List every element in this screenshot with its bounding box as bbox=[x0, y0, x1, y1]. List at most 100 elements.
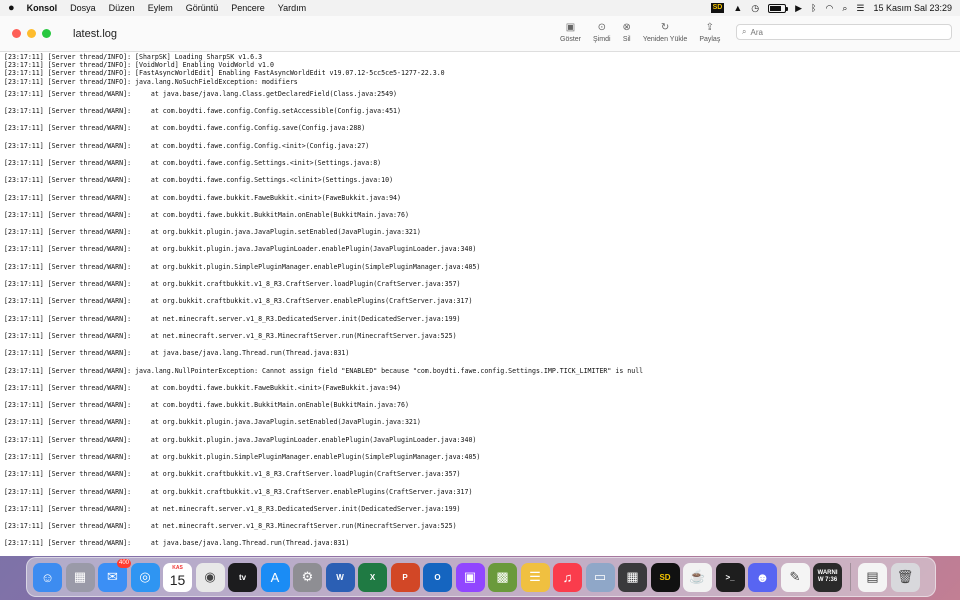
play-icon[interactable]: ▶ bbox=[795, 0, 802, 16]
music-icon[interactable]: ♫ bbox=[553, 562, 582, 592]
reload-button[interactable]: ↻ Yeniden Yükle bbox=[643, 22, 687, 43]
mail-icon-glyph: ✉ bbox=[107, 569, 118, 584]
app-store-icon[interactable]: A bbox=[260, 562, 290, 592]
calendar-icon[interactable]: KAS 15 bbox=[163, 562, 192, 592]
log-line[interactable]: [23:17:11] [Server thread/INFO]: java.la… bbox=[4, 78, 960, 86]
close-window-button[interactable] bbox=[12, 29, 21, 38]
log-line[interactable]: [23:17:11] [Server thread/WARN]: at org.… bbox=[4, 484, 960, 501]
log-line[interactable]: [23:17:11] [Server thread/WARN]: at com.… bbox=[4, 103, 960, 120]
finder-icon[interactable]: ☺ bbox=[33, 562, 62, 592]
log-line[interactable]: [23:17:11] [Server thread/WARN]: java.la… bbox=[4, 363, 960, 380]
tv-icon[interactable]: tv bbox=[228, 562, 257, 592]
menu-item-dosya[interactable]: Dosya bbox=[70, 0, 96, 16]
reload-label: Yeniden Yükle bbox=[642, 36, 688, 43]
powerpoint-icon[interactable]: P bbox=[390, 562, 420, 592]
log-line[interactable]: [23:17:11] [Server thread/INFO]: [SharpS… bbox=[4, 53, 960, 61]
log-line[interactable]: [23:17:11] [Server thread/WARN]: at com.… bbox=[4, 120, 960, 137]
document-icon-glyph: ▤ bbox=[866, 569, 879, 584]
log-line[interactable]: [23:17:11] [Server thread/WARN]: at net.… bbox=[4, 328, 960, 345]
zoom-window-button[interactable] bbox=[42, 29, 51, 38]
log-line[interactable]: [23:17:11] [Server thread/WARN]: at com.… bbox=[4, 190, 960, 207]
trash-icon[interactable]: 🗑 bbox=[890, 562, 920, 592]
chrome-icon[interactable]: ◉ bbox=[195, 562, 225, 592]
preview-icon-glyph: ▭ bbox=[593, 569, 607, 584]
mail-icon[interactable]: ✉ 400 bbox=[98, 558, 131, 592]
share-button[interactable]: ⇪ Paylaş bbox=[699, 22, 720, 43]
log-line[interactable]: [23:17:11] [Server thread/WARN]: at com.… bbox=[4, 207, 960, 224]
spotlight-icon[interactable]: ⌕ bbox=[842, 0, 847, 16]
textedit-icon[interactable]: ✎ bbox=[780, 562, 810, 592]
log-view[interactable]: [23:17:11] [Server thread/INFO]: [SharpS… bbox=[0, 53, 960, 556]
bluetooth-icon[interactable]: ᛒ bbox=[811, 0, 816, 16]
dock-app-label: SD bbox=[659, 572, 671, 582]
calendar-month: KAS bbox=[172, 564, 183, 571]
log-line[interactable]: [23:17:11] [Server thread/WARN]: at org.… bbox=[4, 293, 960, 310]
java-icon[interactable]: ☕ bbox=[683, 562, 712, 592]
log-line[interactable]: [23:17:11] [Server thread/WARN]: at org.… bbox=[4, 259, 960, 276]
log-line[interactable]: [23:17:11] [Server thread/WARN]: at org.… bbox=[4, 241, 960, 258]
minecraft-icon[interactable]: ▩ bbox=[488, 562, 517, 592]
twitch-icon-glyph: ▣ bbox=[463, 569, 477, 584]
sf-status-icon[interactable]: SD bbox=[710, 3, 725, 13]
calculator-icon-glyph: ▦ bbox=[626, 569, 639, 584]
menu-item-yardim[interactable]: Yardım bbox=[278, 0, 306, 16]
terminal-icon[interactable]: >_ bbox=[715, 562, 745, 592]
warning-icon[interactable]: ▲ bbox=[733, 0, 742, 16]
menu-item-goruntu[interactable]: Görüntü bbox=[186, 0, 219, 16]
control-center-icon[interactable]: ☰ bbox=[856, 0, 864, 16]
log-line[interactable]: [23:17:11] [Server thread/WARN]: at java… bbox=[4, 345, 960, 362]
search-field[interactable]: ⌕ bbox=[736, 24, 952, 40]
log-line[interactable]: [23:17:11] [Server thread/WARN]: at java… bbox=[4, 535, 960, 552]
outlook-icon[interactable]: O bbox=[423, 562, 452, 592]
document-icon[interactable]: ▤ bbox=[858, 562, 887, 592]
log-line[interactable]: [23:17:11] [Server thread/WARN]: at org.… bbox=[4, 224, 960, 241]
log-line[interactable]: [23:17:11] [Server thread/INFO]: [VoidWo… bbox=[4, 61, 960, 69]
discord-icon[interactable]: ☻ bbox=[748, 562, 777, 592]
menu-item-konsol[interactable]: Konsol bbox=[27, 0, 58, 16]
wifi-icon[interactable]: ◠ bbox=[825, 0, 833, 16]
log-line[interactable]: [23:17:11] [Server thread/WARN]: at org.… bbox=[4, 276, 960, 293]
word-icon[interactable]: W bbox=[325, 562, 355, 592]
search-input[interactable] bbox=[750, 27, 931, 37]
log-line[interactable]: [23:17:11] [Server thread/WARN]: at net.… bbox=[4, 501, 960, 518]
calculator-icon[interactable]: ▦ bbox=[618, 562, 647, 592]
log-line[interactable]: [23:17:11] [Server thread/WARN]: at java… bbox=[4, 86, 960, 103]
log-line[interactable]: [23:17:11] [Server thread/WARN]: at net.… bbox=[4, 518, 960, 535]
console-icon[interactable]: WARNI W 7:36 bbox=[813, 562, 842, 592]
app-store-icon-glyph: A bbox=[270, 569, 280, 585]
now-button[interactable]: ⊙ Şimdi bbox=[593, 22, 611, 43]
log-line[interactable]: [23:17:11] [Server thread/INFO]: [FastAs… bbox=[4, 69, 960, 77]
twitch-icon[interactable]: ▣ bbox=[455, 562, 485, 592]
menu-item-eylem[interactable]: Eylem bbox=[148, 0, 173, 16]
preview-icon[interactable]: ▭ bbox=[585, 562, 615, 592]
battery-icon[interactable] bbox=[768, 3, 789, 13]
log-line[interactable]: [23:17:11] [Server thread/WARN]: at com.… bbox=[4, 380, 960, 397]
log-line[interactable]: [23:17:11] [Server thread/WARN]: at net.… bbox=[4, 311, 960, 328]
log-line[interactable]: [23:17:11] [Server thread/WARN]: at com.… bbox=[4, 172, 960, 189]
menu-item-duzen[interactable]: Düzen bbox=[109, 0, 135, 16]
safari-icon[interactable]: ◎ bbox=[130, 562, 160, 592]
menu-item-pencere[interactable]: Pencere bbox=[231, 0, 265, 16]
log-line[interactable]: [23:17:11] [Server thread/WARN]: at org.… bbox=[4, 414, 960, 431]
excel-icon[interactable]: X bbox=[358, 562, 387, 592]
history-icon[interactable]: ◷ bbox=[751, 0, 759, 16]
sf-icon[interactable]: SD bbox=[650, 562, 680, 592]
show-button[interactable]: ▣ Göster bbox=[560, 22, 581, 43]
log-line[interactable]: [23:17:11] [Server thread/WARN]: at org.… bbox=[4, 449, 960, 466]
apple-icon[interactable]: ● bbox=[8, 0, 15, 16]
log-line[interactable]: [23:17:11] [Server thread/WARN]: at org.… bbox=[4, 466, 960, 483]
menu-clock[interactable]: 15 Kasım Sal 23:29 bbox=[873, 3, 952, 13]
minecraft-icon-glyph: ▩ bbox=[496, 569, 509, 584]
dock-app-label: X bbox=[369, 572, 376, 582]
list-icon-glyph: ☰ bbox=[529, 569, 541, 584]
list-icon[interactable]: ☰ bbox=[520, 562, 550, 592]
log-line[interactable]: [23:17:11] [Server thread/WARN]: at org.… bbox=[4, 432, 960, 449]
gear-icon[interactable]: ⚙ bbox=[293, 562, 322, 592]
clear-button[interactable]: ⊗ Sil bbox=[623, 22, 631, 43]
minimize-window-button[interactable] bbox=[27, 29, 36, 38]
textedit-icon-glyph: ✎ bbox=[789, 569, 801, 584]
log-line[interactable]: [23:17:11] [Server thread/WARN]: at com.… bbox=[4, 155, 960, 172]
log-line[interactable]: [23:17:11] [Server thread/WARN]: at com.… bbox=[4, 397, 960, 414]
log-line[interactable]: [23:17:11] [Server thread/WARN]: at com.… bbox=[4, 138, 960, 155]
launchpad-icon[interactable]: ▦ bbox=[65, 562, 95, 592]
